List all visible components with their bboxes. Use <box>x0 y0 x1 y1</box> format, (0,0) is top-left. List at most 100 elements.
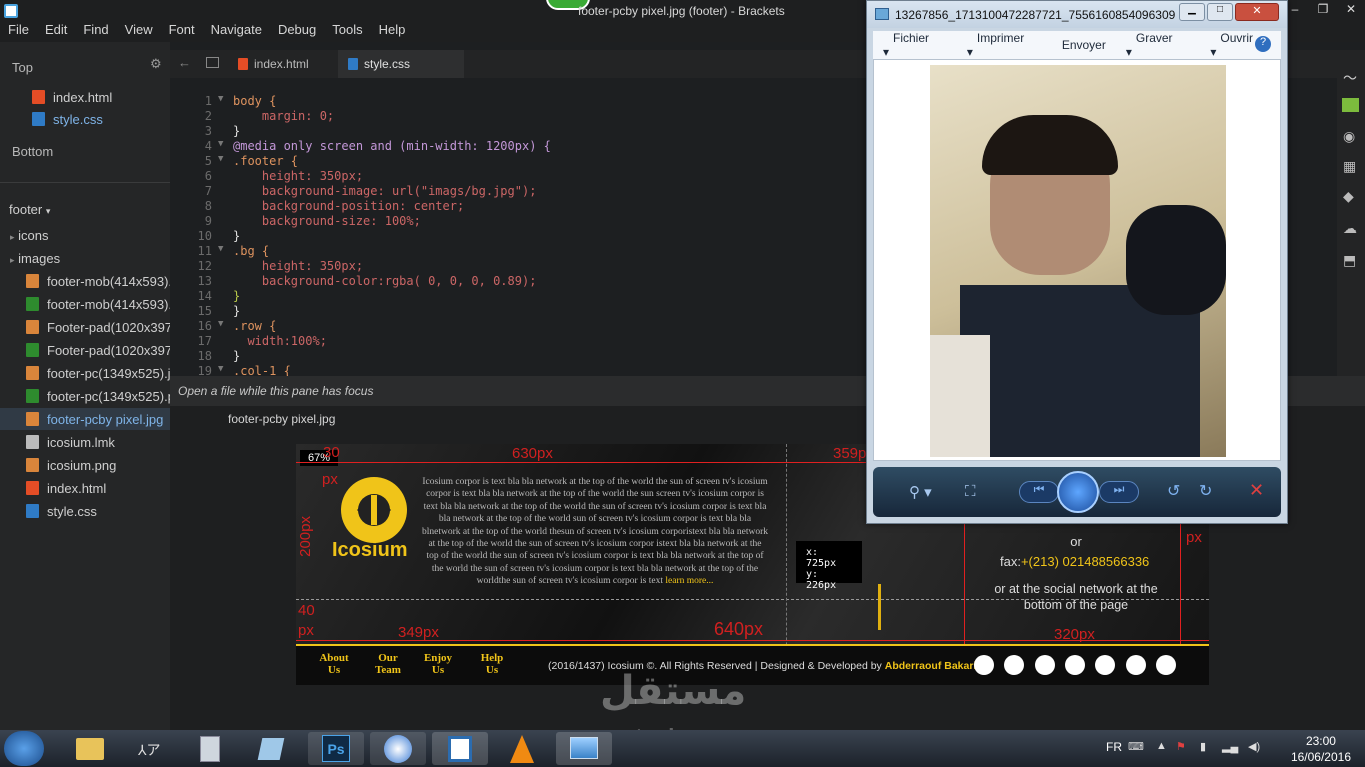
menu-debug[interactable]: Debug <box>270 22 324 37</box>
split-view-icon[interactable] <box>206 57 219 68</box>
close-button[interactable]: ✕ <box>1235 3 1279 21</box>
menu-graver[interactable]: Graver ▾ <box>1116 31 1201 59</box>
html-file-icon <box>238 58 248 70</box>
taskbar-photo-viewer[interactable] <box>556 732 612 765</box>
delete-icon[interactable]: ✕ <box>1249 480 1264 501</box>
maximize-button[interactable]: □ <box>1207 3 1233 21</box>
fold-arrow-icon[interactable]: ▼ <box>218 94 223 104</box>
taskbar-keyboard[interactable]: ⅄ア <box>122 732 178 765</box>
menu-help[interactable]: Help <box>371 22 414 37</box>
live-preview-icon[interactable]: 〜 <box>1343 68 1357 88</box>
window-controls: – ❐ ✕ <box>1281 2 1365 16</box>
close-button[interactable]: ✕ <box>1337 2 1365 16</box>
fit-window-icon[interactable]: ⛶ <box>965 483 976 500</box>
taskbar-browser[interactable] <box>370 732 426 765</box>
linkedin-icon[interactable] <box>974 655 994 675</box>
file-item[interactable]: icosium.lmk <box>0 431 170 453</box>
taskbar-calculator[interactable] <box>182 732 238 765</box>
twitter-icon[interactable] <box>1095 655 1115 675</box>
keyboard-icon[interactable]: ⌨ <box>1128 740 1144 753</box>
measure-label: 30 <box>323 444 340 461</box>
minimize-button[interactable]: ▁ <box>1179 3 1205 21</box>
taskbar-vlc[interactable] <box>494 732 550 765</box>
taskbar-photoshop[interactable]: Ps <box>308 732 364 765</box>
zoom-icon[interactable]: ⚲ ▾ <box>909 483 932 501</box>
menu-view[interactable]: View <box>117 22 161 37</box>
google-plus-icon[interactable] <box>1156 655 1176 675</box>
file-item[interactable]: footer-pc(1349x525).jpg <box>0 362 170 384</box>
clock[interactable]: 23:00 16/06/2016 <box>1291 733 1351 765</box>
show-hidden-icons-chevron-up-icon[interactable]: ▲ <box>1156 740 1167 752</box>
next-button[interactable]: ⏭ <box>1099 481 1139 503</box>
fold-arrow-icon[interactable]: ▼ <box>218 364 223 374</box>
youtube-icon[interactable] <box>1004 655 1024 675</box>
fold-arrow-icon[interactable]: ▼ <box>218 154 223 164</box>
open-file-style-css[interactable]: style.css <box>0 108 170 130</box>
sidebar-divider <box>0 182 170 183</box>
file-item[interactable]: footer-mob(414x593).psd <box>0 293 170 315</box>
extension-icon[interactable]: ◆ <box>1343 188 1354 205</box>
file-item[interactable]: Footer-pad(1020x397).psd <box>0 339 170 361</box>
action-center-icon[interactable]: ⚑ <box>1176 740 1186 753</box>
menu-navigate[interactable]: Navigate <box>203 22 270 37</box>
file-item-selected[interactable]: footer-pcby pixel.jpg <box>0 408 170 430</box>
fold-arrow-icon[interactable]: ▼ <box>218 319 223 329</box>
taskbar-explorer[interactable] <box>62 732 118 765</box>
start-button[interactable] <box>4 731 44 766</box>
fold-arrow-icon[interactable]: ▼ <box>218 244 223 254</box>
facebook-icon[interactable] <box>1035 655 1055 675</box>
menu-file[interactable]: File <box>0 22 37 37</box>
menu-envoyer[interactable]: Envoyer <box>1052 38 1116 52</box>
previous-button[interactable]: ⏮ <box>1019 481 1059 503</box>
taskbar-notes[interactable] <box>242 732 298 765</box>
extension-icon[interactable]: ▦ <box>1343 158 1356 175</box>
maximize-button[interactable]: ❐ <box>1309 2 1337 16</box>
tab-index-html[interactable]: index.html <box>228 50 319 78</box>
learn-more-link[interactable]: learn more... <box>665 576 713 586</box>
file-item[interactable]: icosium.png <box>0 454 170 476</box>
help-icon[interactable]: ? <box>1255 36 1271 52</box>
file-item[interactable]: footer-pc(1349x525).psd <box>0 385 170 407</box>
instagram-icon[interactable] <box>1126 655 1146 675</box>
network-icon[interactable]: ▂▄ <box>1222 740 1238 753</box>
file-item[interactable]: style.css <box>0 500 170 522</box>
menu-tools[interactable]: Tools <box>324 22 370 37</box>
input-language[interactable]: FR <box>1106 740 1122 754</box>
brackets-app-icon <box>4 4 18 18</box>
extension-icon[interactable] <box>1342 98 1359 112</box>
menu-font[interactable]: Font <box>161 22 203 37</box>
project-dropdown[interactable]: footer ▾ <box>9 202 50 217</box>
rotate-left-icon[interactable]: ↺ <box>1167 481 1180 501</box>
pinterest-icon[interactable] <box>1065 655 1085 675</box>
extension-icon[interactable]: ◉ <box>1343 128 1355 145</box>
menu-edit[interactable]: Edit <box>37 22 75 37</box>
power-icon[interactable]: ▮ <box>1200 740 1206 753</box>
footer-nav-about[interactable]: About Us <box>316 652 352 676</box>
volume-icon[interactable]: ◀) <box>1248 740 1260 753</box>
slideshow-button[interactable] <box>1057 471 1099 513</box>
menu-fichier[interactable]: Fichier ▾ <box>873 31 957 59</box>
folder-icons[interactable]: ▸ icons <box>10 228 49 243</box>
html-file-icon <box>26 481 39 495</box>
menu-imprimer[interactable]: Imprimer ▾ <box>957 31 1052 59</box>
open-file-index-html[interactable]: index.html <box>0 86 170 108</box>
footer-nav-enjoy[interactable]: Enjoy Us <box>420 652 456 676</box>
fold-arrow-icon[interactable]: ▼ <box>218 139 223 149</box>
measure-label: px <box>298 622 314 639</box>
rotate-right-icon[interactable]: ↻ <box>1199 481 1212 501</box>
footer-nav-help[interactable]: Help Us <box>474 652 510 676</box>
back-arrow-icon[interactable]: ← <box>178 55 191 70</box>
taskbar-brackets[interactable] <box>432 732 488 765</box>
file-item[interactable]: footer-mob(414x593).jpg <box>0 270 170 292</box>
menu-find[interactable]: Find <box>75 22 116 37</box>
extension-icon[interactable]: ⬒ <box>1343 252 1356 269</box>
file-item[interactable]: index.html <box>0 477 170 499</box>
footer-nav-team[interactable]: Our Team <box>370 652 406 676</box>
gear-icon[interactable]: ⚙ <box>150 56 162 72</box>
tab-style-css[interactable]: style.css <box>338 50 464 78</box>
extension-icon[interactable]: ☁ <box>1343 220 1357 237</box>
code-line: .footer { <box>233 154 299 168</box>
file-item[interactable]: Footer-pad(1020x397).jpg <box>0 316 170 338</box>
chevron-right-icon: ▸ <box>10 232 15 242</box>
folder-images[interactable]: ▸ images <box>10 251 60 266</box>
